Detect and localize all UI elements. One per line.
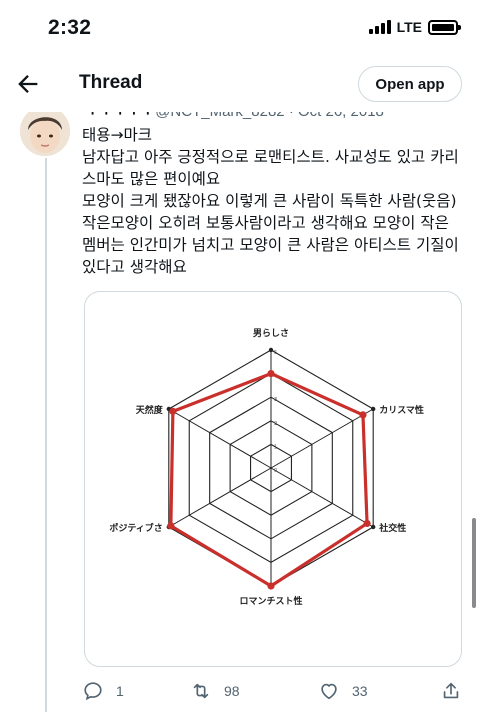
heart-icon [321,683,337,700]
axis-label: 天然度 [136,404,164,416]
reply-button[interactable]: 1 [82,680,124,702]
axis-label: 男らしさ [253,328,289,339]
thread-connector-line [45,158,47,712]
like-count: 33 [352,683,368,699]
series-line [169,371,369,588]
data-point [267,370,275,378]
avatar[interactable] [20,106,70,156]
thread-content: ㅋㅋㅋㅋㅋ @NCT_Mark_8282 · Oct 26, 2018 태용→마… [0,98,480,712]
tweet-image[interactable]: 0 1 2 3 4 5 男らしさ カリスマ性 社交性 ロマンチスト性 ポジティブさ 天然度 [84,291,462,667]
axis-label: 社交性 [378,522,406,534]
battery-icon [428,19,461,35]
reply-icon [84,682,102,701]
share-icon [443,682,459,699]
axis-spoke [168,467,272,528]
axis-label: ロマンチスト性 [239,595,302,607]
radar-chart: 012345男らしさカリスマ性社交性ロマンチスト性ポジティブさ天然度 [109,328,424,607]
retweet-button[interactable]: 98 [190,680,240,702]
network-label: LTE [396,19,422,35]
avatar-image [20,106,70,156]
axis-spoke [168,408,272,469]
tweet-actions: 1 98 33 [0,676,480,712]
tick-label: 5 [274,350,277,356]
tick-label: 2 [274,421,277,427]
retweet-icon [193,683,209,699]
axis-spoke [270,408,374,469]
arrow-left-icon [18,75,38,93]
back-button[interactable] [14,70,42,98]
tweet-line: 모양이 크게 됐잖아요 이렇게 큰 사람이 독특한 사람(웃음) 작은모양이 오… [82,192,459,276]
tick-label: 0 [274,468,277,474]
data-point [363,519,371,528]
axis-label: ポジティブさ [109,522,162,534]
battery-level [432,23,454,31]
tick-label: 3 [274,397,277,403]
page-title: Thread [79,72,143,93]
status-indicators: LTE [368,19,461,35]
scrollbar[interactable] [472,518,476,608]
data-point [267,582,275,590]
axis-label: カリスマ性 [379,404,424,416]
open-app-button[interactable]: Open app [358,66,462,102]
axis-vertex [370,406,376,412]
status-bar: 2:32 LTE [0,0,480,56]
axis-vertex [370,524,376,530]
tweet-line: 남자답고 아주 긍정적으로 로맨티스트. 사교성도 있고 카리스마도 많은 편이… [82,148,459,188]
data-point [169,407,177,415]
like-button[interactable]: 33 [318,680,368,702]
signal-icon [368,20,391,34]
tweet-text: 태용→마크 남자답고 아주 긍정적으로 로맨티스트. 사교성도 있고 카리스마도… [82,124,462,278]
axis-vertex [268,347,274,353]
axis-spoke [270,467,374,528]
reply-count: 1 [116,683,124,699]
status-time: 2:32 [48,16,92,39]
tick-label: 1 [274,444,277,450]
retweet-count: 98 [224,683,240,699]
share-button[interactable] [440,680,462,702]
tweet-line: 태용→마크 [82,126,153,144]
top-bar: Thread Open app [0,56,480,112]
data-point [359,411,367,419]
data-point [167,522,175,530]
